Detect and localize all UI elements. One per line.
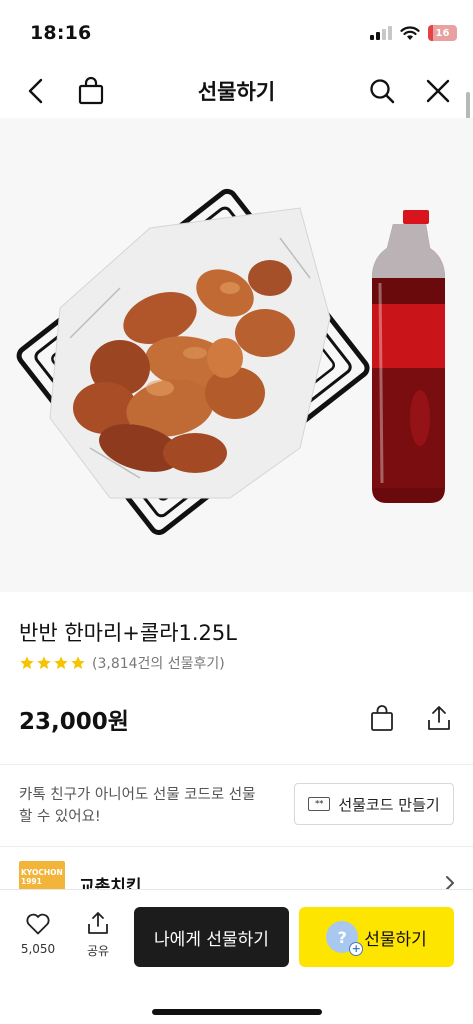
close-icon[interactable] — [423, 76, 453, 106]
share-icon — [88, 912, 108, 934]
share-button[interactable]: 공유 — [80, 910, 116, 959]
share-icon[interactable] — [424, 703, 454, 733]
product-name: 반반 한마리+콜라1.25L — [19, 621, 237, 645]
star-icon — [37, 656, 51, 669]
gift-button[interactable]: ? + 선물하기 — [299, 907, 454, 967]
battery-percent: 16 — [435, 27, 450, 39]
star-icon — [20, 656, 34, 669]
page-title: 선물하기 — [197, 80, 276, 104]
share-label: 공유 — [86, 944, 110, 958]
code-icon: ** — [308, 797, 331, 811]
product-price: 23,000원 — [19, 709, 129, 735]
gift-button-label: 선물하기 — [364, 929, 427, 950]
gift-code-button[interactable]: ** 선물코드 만들기 — [294, 783, 454, 825]
star-icon — [71, 656, 85, 669]
status-bar: 18:16 16 — [0, 0, 473, 64]
cart-icon[interactable] — [367, 703, 397, 733]
rating-row[interactable]: (3,814건의 선물후기) — [19, 653, 225, 673]
avatar-plus-icon: ? + — [326, 921, 364, 956]
home-indicator — [152, 1009, 322, 1015]
nav-bar: 선물하기 — [0, 64, 473, 118]
gift-to-me-button[interactable]: 나에게 선물하기 — [134, 907, 289, 967]
divider — [0, 764, 473, 765]
like-button[interactable]: 5,050 — [18, 912, 58, 956]
bottom-action-bar: 5,050 공유 나에게 선물하기 ? + 선물하기 — [0, 889, 473, 1024]
star-icon — [54, 656, 68, 669]
rating-stars — [19, 655, 86, 671]
gift-code-description: 카톡 친구가 아니어도 선물 코드로 선물 할 수 있어요! — [19, 787, 256, 825]
like-count: 5,050 — [20, 942, 56, 956]
gift-code-button-label: 선물코드 만들기 — [338, 795, 440, 814]
product-image — [0, 118, 473, 592]
review-count[interactable]: (3,814건의 선물후기) — [92, 653, 225, 673]
status-time: 18:16 — [30, 22, 92, 44]
battery-icon: 16 — [428, 25, 457, 41]
divider — [0, 846, 473, 847]
product-photo — [16, 188, 445, 535]
search-icon[interactable] — [367, 76, 397, 106]
heart-icon — [26, 913, 50, 935]
signal-icon — [370, 26, 392, 40]
wifi-icon — [400, 25, 420, 40]
status-icons: 16 — [370, 25, 457, 41]
